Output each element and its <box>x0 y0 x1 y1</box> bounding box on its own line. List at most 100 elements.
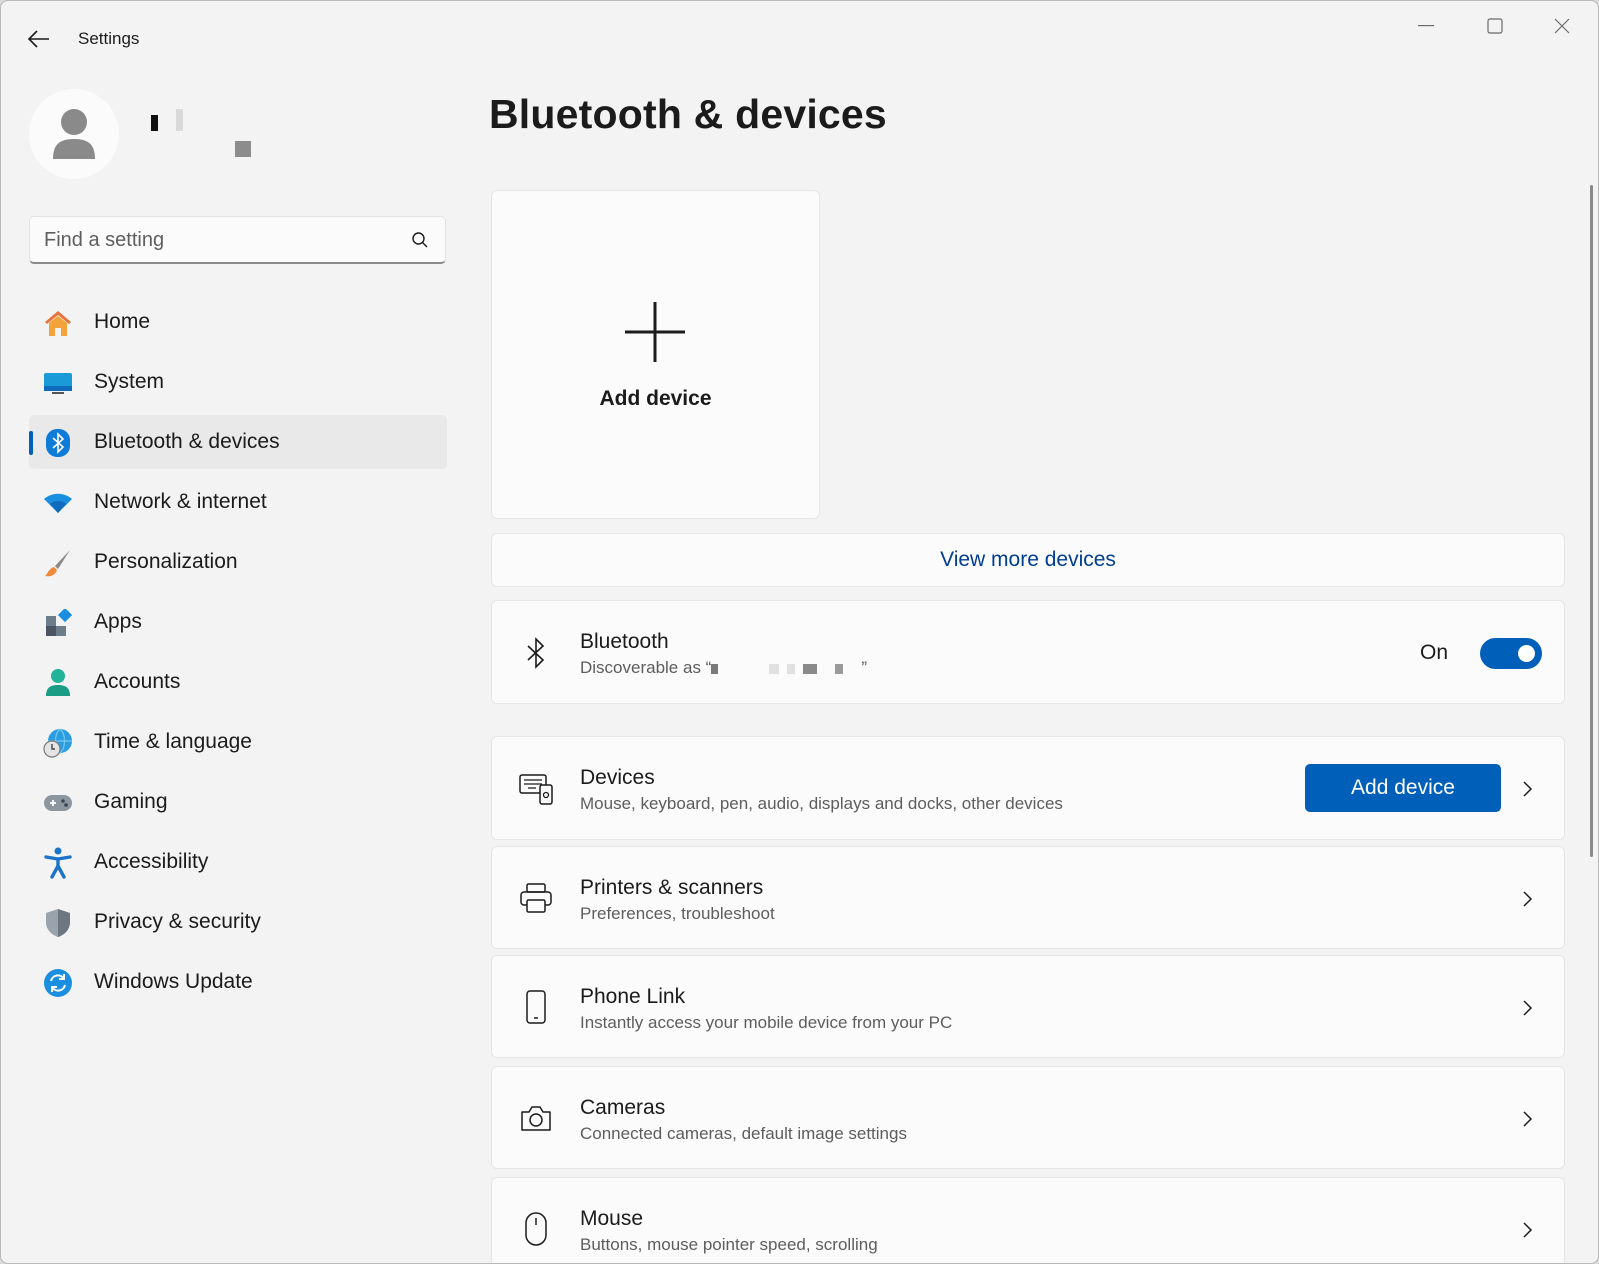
bluetooth-title: Bluetooth <box>580 630 669 653</box>
redacted-user-name-part <box>176 109 183 131</box>
maximize-button[interactable] <box>1472 9 1518 43</box>
cameras-subtitle: Connected cameras, default image setting… <box>580 1124 907 1143</box>
mouse-row[interactable]: Mouse Buttons, mouse pointer speed, scro… <box>491 1177 1565 1263</box>
phone-link-title: Phone Link <box>580 985 686 1008</box>
camera-icon <box>518 1100 554 1136</box>
sidebar-item-apps[interactable]: Apps <box>29 595 447 649</box>
sidebar-item-accounts[interactable]: Accounts <box>29 655 447 709</box>
discoverable-suffix: ” <box>861 658 867 677</box>
toggle-knob <box>1518 645 1535 662</box>
globe-clock-icon <box>43 728 73 758</box>
back-button[interactable] <box>23 23 55 55</box>
redacted-user-email <box>235 141 251 157</box>
cameras-row[interactable]: Cameras Connected cameras, default image… <box>491 1066 1565 1169</box>
devices-title: Devices <box>580 766 655 789</box>
devices-icon <box>518 771 554 807</box>
redacted-user-name <box>151 115 158 131</box>
sidebar-nav: Home System Bluetooth & devices Network … <box>29 295 447 1015</box>
view-more-devices-link[interactable]: View more devices <box>491 533 1565 587</box>
phone-link-subtitle: Instantly access your mobile device from… <box>580 1013 953 1032</box>
search-icon[interactable] <box>411 231 429 249</box>
sidebar-item-label: Time & language <box>94 730 252 753</box>
page-title: Bluetooth & devices <box>489 91 887 137</box>
sidebar-item-label: Accessibility <box>94 850 209 873</box>
system-icon <box>43 368 73 398</box>
cameras-title: Cameras <box>580 1096 666 1119</box>
bluetooth-toggle-state: On <box>1419 641 1448 664</box>
mouse-subtitle: Buttons, mouse pointer speed, scrolling <box>580 1235 878 1254</box>
sidebar-item-label: System <box>94 370 165 393</box>
bluetooth-icon <box>43 428 73 458</box>
apps-icon <box>43 608 73 638</box>
plus-icon <box>625 302 685 362</box>
sidebar-item-personalization[interactable]: Personalization <box>29 535 447 589</box>
bluetooth-row: Bluetooth Discoverable as “ ” On <box>491 600 1565 704</box>
close-icon <box>1554 18 1570 34</box>
printers-title: Printers & scanners <box>580 876 764 899</box>
accounts-icon <box>43 668 73 698</box>
sidebar-item-system[interactable]: System <box>29 355 447 409</box>
title-bar: Settings <box>1 1 1598 73</box>
sidebar-item-label: Bluetooth & devices <box>94 430 280 453</box>
chevron-right-icon <box>1523 891 1533 907</box>
home-icon <box>43 308 73 338</box>
app-title: Settings <box>78 29 140 48</box>
update-icon <box>43 968 73 998</box>
sidebar-item-label: Privacy & security <box>94 910 261 933</box>
brush-icon <box>43 548 73 578</box>
search-input[interactable] <box>44 227 384 253</box>
printer-icon <box>518 880 554 916</box>
sidebar-item-label: Apps <box>94 610 142 633</box>
minimize-icon <box>1418 25 1434 27</box>
back-arrow-icon <box>28 30 49 48</box>
sidebar-item-label: Personalization <box>94 550 238 573</box>
chevron-right-icon <box>1523 1222 1533 1238</box>
sidebar-item-accessibility[interactable]: Accessibility <box>29 835 447 889</box>
phone-link-row[interactable]: Phone Link Instantly access your mobile … <box>491 955 1565 1058</box>
devices-row[interactable]: Devices Mouse, keyboard, pen, audio, dis… <box>491 736 1565 840</box>
sidebar-item-label: Windows Update <box>94 970 253 993</box>
sidebar-item-privacy-security[interactable]: Privacy & security <box>29 895 447 949</box>
wifi-icon <box>43 488 73 518</box>
chevron-right-icon <box>1523 781 1533 797</box>
view-more-devices-label: View more devices <box>940 548 1116 571</box>
add-device-tile[interactable]: Add device <box>491 190 820 519</box>
sidebar-item-label: Home <box>94 310 151 333</box>
sidebar-item-time-language[interactable]: Time & language <box>29 715 447 769</box>
gamepad-icon <box>43 788 73 818</box>
minimize-button[interactable] <box>1403 9 1449 43</box>
search-box[interactable] <box>29 216 446 264</box>
sidebar-item-home[interactable]: Home <box>29 295 447 349</box>
phone-icon <box>518 989 554 1025</box>
bluetooth-discoverable-text: Discoverable as “ ” <box>580 658 867 678</box>
sidebar-item-label: Accounts <box>94 670 181 693</box>
sidebar-item-windows-update[interactable]: Windows Update <box>29 955 447 1009</box>
printers-subtitle: Preferences, troubleshoot <box>580 904 775 923</box>
maximize-icon <box>1487 18 1503 34</box>
close-button[interactable] <box>1539 9 1585 43</box>
sidebar-item-gaming[interactable]: Gaming <box>29 775 447 829</box>
user-silhouette-icon <box>53 109 95 159</box>
scrollbar[interactable] <box>1590 185 1593 857</box>
redacted-device-name <box>711 663 862 674</box>
chevron-right-icon <box>1523 1000 1533 1016</box>
chevron-right-icon <box>1523 1111 1533 1127</box>
discoverable-prefix: Discoverable as “ <box>580 658 712 677</box>
avatar[interactable] <box>29 89 119 179</box>
sidebar-item-bluetooth-devices[interactable]: Bluetooth & devices <box>29 415 447 469</box>
sidebar-item-network[interactable]: Network & internet <box>29 475 447 529</box>
bluetooth-icon <box>518 635 554 671</box>
sidebar-item-label: Gaming <box>94 790 168 813</box>
devices-subtitle: Mouse, keyboard, pen, audio, displays an… <box>580 794 1063 813</box>
mouse-icon <box>518 1211 554 1247</box>
settings-window: Settings Home <box>0 0 1599 1264</box>
bluetooth-toggle[interactable] <box>1480 638 1542 669</box>
shield-icon <box>43 908 73 938</box>
mouse-title: Mouse <box>580 1207 644 1230</box>
selection-indicator <box>29 431 33 455</box>
accessibility-icon <box>43 847 73 879</box>
add-device-tile-label: Add device <box>599 387 712 410</box>
printers-scanners-row[interactable]: Printers & scanners Preferences, trouble… <box>491 846 1565 949</box>
add-device-button[interactable]: Add device <box>1305 764 1501 812</box>
sidebar-item-label: Network & internet <box>94 490 267 513</box>
